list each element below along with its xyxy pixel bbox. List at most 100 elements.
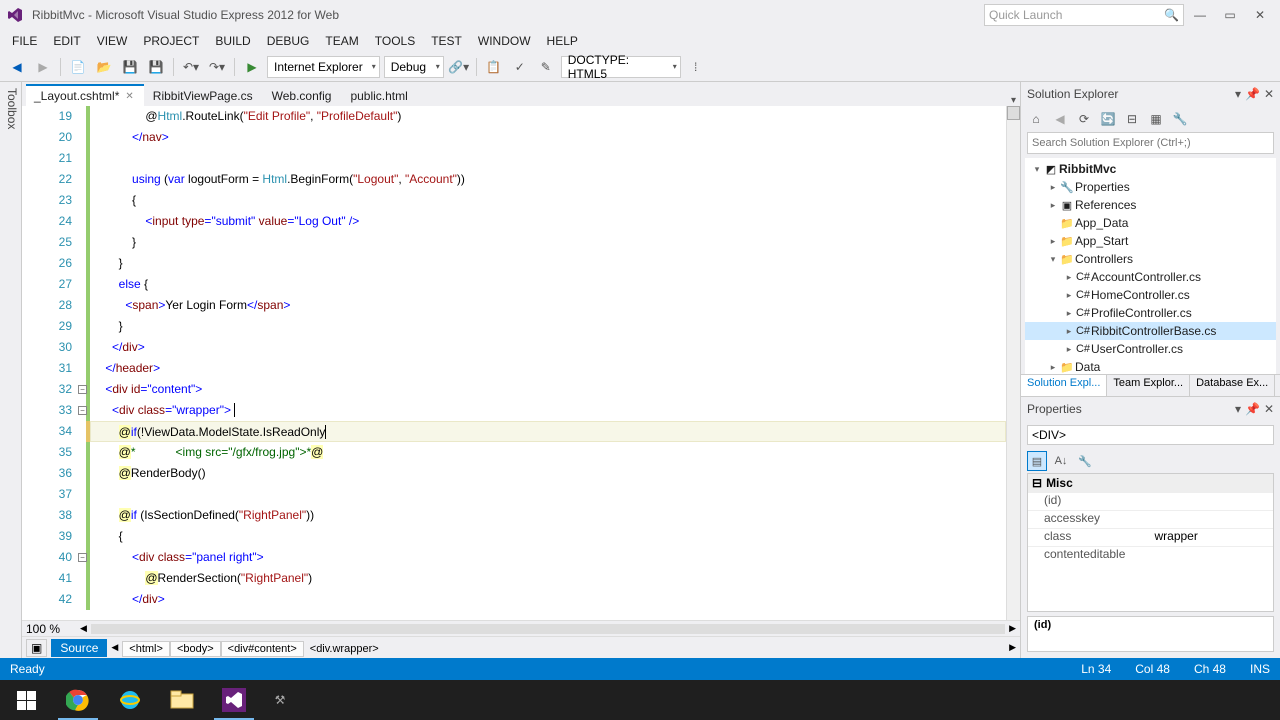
minimize-button[interactable]: — [1186,4,1214,26]
redo-button[interactable]: ↷▾ [206,56,228,78]
tools-taskbar-icon[interactable]: ⚒ [260,680,300,720]
code-content[interactable]: @Html.RouteLink("Edit Profile", "Profile… [92,106,1006,620]
maximize-button[interactable]: ▭ [1216,4,1244,26]
menu-window[interactable]: WINDOW [470,32,539,50]
editor-overview-ruler[interactable] [1006,106,1020,620]
tab-public-html[interactable]: public.html [342,84,417,106]
prop-row[interactable]: classwrapper [1028,528,1273,546]
alphabetical-icon[interactable]: A↓ [1051,451,1071,471]
se-showall-icon[interactable]: ▦ [1147,110,1165,128]
panel-menu-icon[interactable]: ▾ [1235,87,1241,101]
breadcrumb-item[interactable]: <html> [122,641,170,657]
menu-edit[interactable]: EDIT [45,32,88,50]
panel-pin-icon[interactable]: 📌 [1245,87,1260,101]
tab--layout-cshtml-[interactable]: _Layout.cshtml*✕ [26,84,144,106]
close-button[interactable]: ✕ [1246,4,1274,26]
tree-node-usercontroller-cs[interactable]: ▸C#UserController.cs [1025,340,1276,358]
undo-button[interactable]: ↶▾ [180,56,202,78]
start-button[interactable] [0,680,52,720]
vs-taskbar-icon[interactable] [208,680,260,720]
props-close-icon[interactable]: ✕ [1264,402,1274,416]
design-toggle[interactable]: ▣ [26,639,47,657]
panel-close-icon[interactable]: ✕ [1264,87,1274,101]
solution-search-input[interactable] [1027,132,1274,154]
chrome-taskbar-icon[interactable] [52,680,104,720]
doctype-dropdown[interactable]: DOCTYPE: HTML5 [561,56,681,78]
new-project-button[interactable]: 📄 [67,56,89,78]
props-pin-icon[interactable]: 📌 [1245,402,1260,416]
tree-node-data[interactable]: ▸📁Data [1025,358,1276,374]
ie-taskbar-icon[interactable] [104,680,156,720]
prop-row[interactable]: contenteditable [1028,546,1273,564]
right-panel-tabs: Solution Expl...Team Explor...Database E… [1021,374,1280,396]
tree-node-homecontroller-cs[interactable]: ▸C#HomeController.cs [1025,286,1276,304]
se-home-icon[interactable]: ⌂ [1027,110,1045,128]
split-editor-icon[interactable] [1007,106,1020,120]
breadcrumb-item[interactable]: <body> [170,641,221,657]
solution-search[interactable] [1027,132,1274,154]
props-menu-icon[interactable]: ▾ [1235,402,1241,416]
zoom-level[interactable]: 100 % [26,622,76,636]
tree-node-profilecontroller-cs[interactable]: ▸C#ProfileController.cs [1025,304,1276,322]
explorer-taskbar-icon[interactable] [156,680,208,720]
nav-forward-button[interactable]: ▶ [32,56,54,78]
source-view-button[interactable]: Source [51,639,107,657]
tree-node-app-data[interactable]: 📁App_Data [1025,214,1276,232]
se-collapse-icon[interactable]: ⊟ [1123,110,1141,128]
se-properties-icon[interactable]: 🔧 [1171,110,1189,128]
tab-web-config[interactable]: Web.config [264,84,342,106]
tree-node-ribbitcontrollerbase-cs[interactable]: ▸C#RibbitControllerBase.cs [1025,322,1276,340]
tree-node-references[interactable]: ▸▣References [1025,196,1276,214]
menu-project[interactable]: PROJECT [135,32,207,50]
nav-back-button[interactable]: ◀ [6,56,28,78]
menu-debug[interactable]: DEBUG [259,32,318,50]
tree-node-app-start[interactable]: ▸📁App_Start [1025,232,1276,250]
breadcrumb-item[interactable]: <div.wrapper> [304,642,385,656]
properties-grid[interactable]: ⊟ Misc (id)accesskeyclasswrappercontente… [1027,473,1274,612]
tree-node-controllers[interactable]: ▾📁Controllers [1025,250,1276,268]
tab-close-icon[interactable]: ✕ [125,91,133,102]
panel-tab[interactable]: Database Ex... [1190,375,1275,396]
quick-launch-input[interactable]: Quick Launch 🔍 [984,4,1184,26]
menu-tools[interactable]: TOOLS [367,32,423,50]
open-button[interactable]: 📂 [93,56,115,78]
prop-row[interactable]: accesskey [1028,510,1273,528]
browser-dropdown[interactable]: Internet Explorer [267,56,380,78]
tool-btn-1[interactable]: 📋 [483,56,505,78]
tab-overflow-icon[interactable]: ▾ [1011,95,1016,106]
se-sync-icon[interactable]: ⟳ [1075,110,1093,128]
menu-file[interactable]: FILE [4,32,45,50]
tool-btn-3[interactable]: ✎ [535,56,557,78]
start-debug-button[interactable]: ▶ [241,56,263,78]
browser-link-button[interactable]: 🔗▾ [448,56,470,78]
toolbar-overflow[interactable]: ⁞ [685,56,707,78]
tree-node-properties[interactable]: ▸🔧Properties [1025,178,1276,196]
categorized-icon[interactable]: ▤ [1027,451,1047,471]
menu-view[interactable]: VIEW [89,32,136,50]
editor-scrollbar[interactable]: 100 % ◀ ▶ [22,620,1020,636]
tree-node-ribbitmvc[interactable]: ▾◩RibbitMvc [1025,160,1276,178]
tab-ribbitviewpage-cs[interactable]: RibbitViewPage.cs [145,84,263,106]
code-editor[interactable]: 1920212223242526272829303132333435363738… [22,106,1020,620]
se-back-icon[interactable]: ◀ [1051,110,1069,128]
prop-row[interactable]: (id) [1028,492,1273,510]
category-misc[interactable]: ⊟ Misc [1028,474,1273,492]
panel-tab[interactable]: Team Explor... [1107,375,1190,396]
config-dropdown[interactable]: Debug [384,56,444,78]
toolbox-panel-tab[interactable]: Toolbox [0,82,22,658]
props-tool-icon[interactable]: 🔧 [1075,451,1095,471]
menu-build[interactable]: BUILD [207,32,258,50]
breadcrumb-item[interactable]: <div#content> [221,641,304,657]
solution-tree[interactable]: ▾◩RibbitMvc▸🔧Properties▸▣References📁App_… [1025,158,1276,374]
menu-help[interactable]: HELP [539,32,586,50]
save-button[interactable]: 💾 [119,56,141,78]
menu-team[interactable]: TEAM [317,32,366,50]
tool-btn-2[interactable]: ✓ [509,56,531,78]
menu-test[interactable]: TEST [423,32,470,50]
save-all-button[interactable]: 💾 [145,56,167,78]
se-refresh-icon[interactable]: 🔄 [1099,110,1117,128]
panel-tab[interactable]: Solution Expl... [1021,375,1107,396]
menu-bar: FILEEDITVIEWPROJECTBUILDDEBUGTEAMTOOLSTE… [0,30,1280,52]
properties-object-selector[interactable]: <DIV> [1027,425,1274,445]
tree-node-accountcontroller-cs[interactable]: ▸C#AccountController.cs [1025,268,1276,286]
